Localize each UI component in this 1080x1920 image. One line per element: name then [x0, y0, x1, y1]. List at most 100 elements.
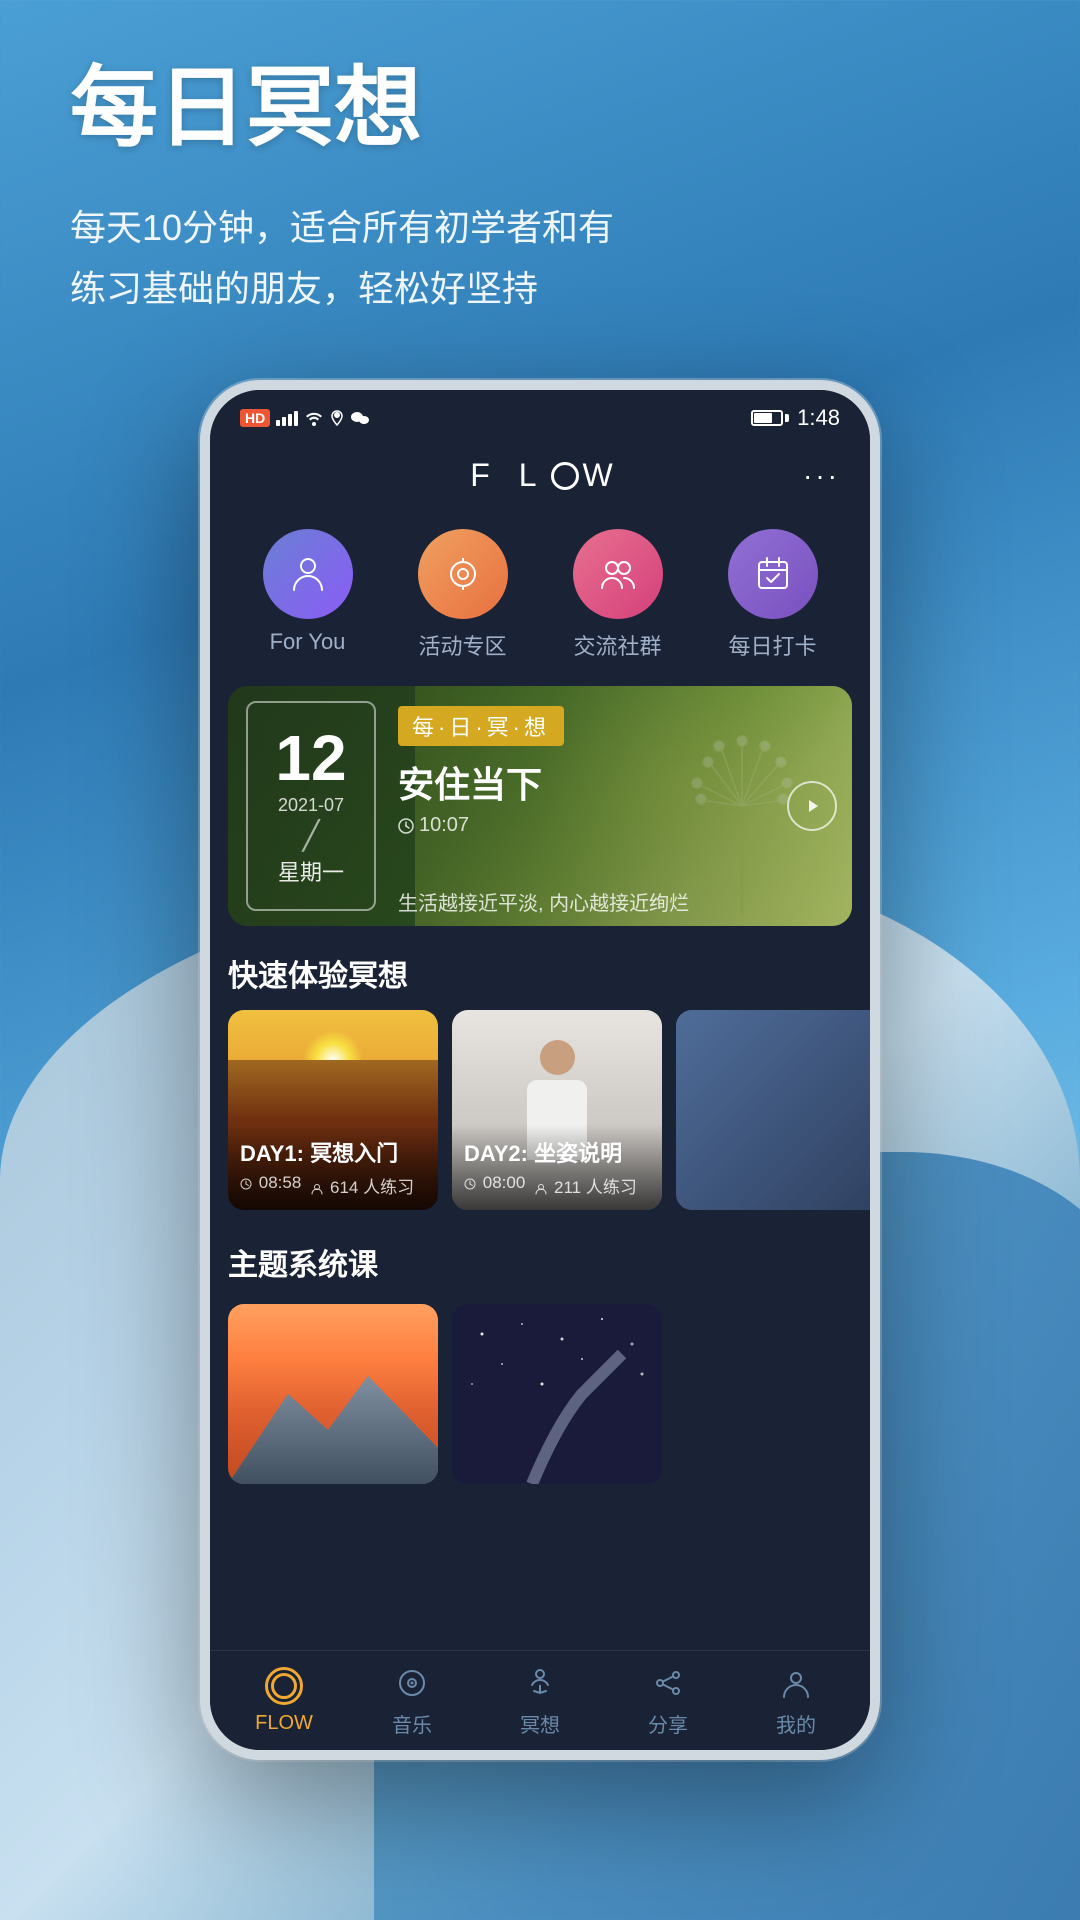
theme-section-title: 主题系统课 — [210, 1235, 870, 1299]
play-icon — [802, 796, 822, 816]
flow-circle-icon — [265, 1667, 303, 1705]
status-right: 1:48 — [751, 405, 840, 431]
share-icon — [650, 1665, 686, 1701]
person-icon2 — [535, 1183, 547, 1195]
for-you-icon-bg — [263, 529, 353, 619]
mountain-svg — [228, 1358, 438, 1484]
date-divider: ╱ — [303, 819, 320, 852]
card1-participants: 614 人练习 — [311, 1173, 414, 1198]
profile-icon — [778, 1665, 814, 1701]
card1-meta: 08:58 614 人练习 — [240, 1173, 426, 1198]
clock-icon2 — [464, 1178, 476, 1190]
bottom-nav-meditation[interactable]: 冥想 — [500, 1663, 580, 1738]
nav-community[interactable]: 交流社群 — [573, 529, 663, 661]
card2-overlay: DAY2: 坐姿说明 08:00 — [452, 1124, 662, 1210]
wifi-icon — [304, 410, 324, 426]
page-header: 每日冥想 每天10分钟，适合所有初学者和有 练习基础的朋友，轻松好坚持 — [70, 60, 614, 319]
more-menu-button[interactable]: ··· — [803, 460, 840, 492]
profile-nav-label: 我的 — [776, 1709, 816, 1738]
app-header: F L W ··· — [210, 442, 870, 509]
app-logo: F L W — [470, 457, 622, 494]
quick-cards-row: DAY1: 冥想入门 08:58 — [210, 1010, 870, 1210]
phone-mockup: HD — [200, 380, 880, 1760]
meditation-icon — [522, 1665, 558, 1701]
bottom-nav-share[interactable]: 分享 — [628, 1663, 708, 1738]
nav-checkin[interactable]: 每日打卡 — [728, 529, 818, 661]
daily-card[interactable]: 12 2021-07 ╱ 星期一 每·日·冥·想 安住当下 10:07 — [228, 686, 852, 926]
location-icon — [330, 410, 344, 426]
nav-activity[interactable]: 活动专区 — [418, 529, 508, 661]
checkin-label: 每日打卡 — [728, 629, 816, 661]
theme-card-night[interactable] — [452, 1304, 662, 1484]
bottom-nav: FLOW 音乐 冥想 — [210, 1650, 870, 1750]
app-content[interactable]: F L W ··· For You — [210, 442, 870, 1750]
card2-meta: 08:00 211 人练习 — [464, 1173, 650, 1198]
person-head — [540, 1040, 575, 1075]
bottom-nav-flow[interactable]: FLOW — [244, 1666, 324, 1735]
community-label: 交流社群 — [573, 629, 661, 661]
quick-section-title: 快速体验冥想 — [210, 946, 870, 1010]
flow-nav-icon — [264, 1666, 304, 1706]
page-subtitle: 每天10分钟，适合所有初学者和有 练习基础的朋友，轻松好坚持 — [70, 197, 614, 319]
mountain-bg — [228, 1304, 438, 1484]
quick-card-day3[interactable] — [676, 1010, 870, 1210]
music-nav-icon — [392, 1663, 432, 1703]
card2-participants: 211 人练习 — [535, 1173, 637, 1198]
card1-title: DAY1: 冥想入门 — [240, 1136, 426, 1168]
signal-icon — [276, 410, 298, 426]
battery-icon — [751, 410, 789, 426]
nav-for-you[interactable]: For You — [263, 529, 353, 661]
bottom-nav-profile[interactable]: 我的 — [756, 1663, 836, 1738]
daily-card-content: 每·日·冥·想 安住当下 10:07 生活越接近平淡, 内心越接近绚烂 — [398, 706, 792, 906]
date-box: 12 2021-07 ╱ 星期一 — [246, 701, 376, 911]
meditation-nav-icon — [520, 1663, 560, 1703]
quick-card-day1[interactable]: DAY1: 冥想入门 08:58 — [228, 1010, 438, 1210]
clock-small-icon — [240, 1178, 252, 1190]
card2-duration: 08:00 — [464, 1173, 525, 1198]
wechat-icon — [350, 410, 370, 426]
profile-nav-icon — [776, 1663, 816, 1703]
date-weekday: 星期一 — [278, 855, 344, 887]
hd-badge: HD — [240, 409, 270, 427]
status-left: HD — [240, 409, 370, 427]
status-bar: HD — [210, 390, 870, 442]
quick-card-day2[interactable]: DAY2: 坐姿说明 08:00 — [452, 1010, 662, 1210]
theme-cards-row — [210, 1304, 870, 1484]
person-icon — [286, 552, 330, 596]
flow-nav-label: FLOW — [255, 1712, 313, 1735]
checkin-icon-bg — [728, 529, 818, 619]
community-icon — [596, 552, 640, 596]
person-small-icon — [311, 1183, 323, 1195]
checkin-icon — [751, 552, 795, 596]
card1-overlay: DAY1: 冥想入门 08:58 — [228, 1124, 438, 1210]
stars-bg — [452, 1304, 662, 1484]
community-icon-bg — [573, 529, 663, 619]
activity-icon-bg — [418, 529, 508, 619]
page-title: 每日冥想 — [70, 60, 614, 157]
music-nav-label: 音乐 — [392, 1709, 432, 1738]
daily-title: 安住当下 — [398, 756, 792, 808]
card2-title: DAY2: 坐姿说明 — [464, 1136, 650, 1168]
activity-label: 活动专区 — [418, 629, 506, 661]
nav-icons-row: For You 活动专区 — [210, 509, 870, 686]
music-icon — [394, 1665, 430, 1701]
card1-duration: 08:58 — [240, 1173, 301, 1198]
for-you-label: For You — [270, 629, 346, 655]
share-nav-icon — [648, 1663, 688, 1703]
date-day: 12 — [275, 726, 346, 790]
share-nav-label: 分享 — [648, 1709, 688, 1738]
theme-card-mountain[interactable] — [228, 1304, 438, 1484]
time-display: 1:48 — [797, 405, 840, 431]
daily-tag: 每·日·冥·想 — [398, 706, 564, 746]
bottom-nav-music[interactable]: 音乐 — [372, 1663, 452, 1738]
date-year: 2021-07 — [278, 795, 344, 816]
daily-time: 10:07 — [398, 814, 792, 837]
clock-icon — [398, 818, 414, 834]
logo-circle — [551, 462, 579, 490]
meditation-nav-label: 冥想 — [520, 1709, 560, 1738]
daily-description: 生活越接近平淡, 内心越接近绚烂 — [398, 887, 792, 916]
activity-icon — [441, 552, 485, 596]
play-button[interactable] — [787, 781, 837, 831]
stars-svg — [452, 1304, 662, 1484]
daily-duration: 10:07 — [419, 814, 469, 837]
